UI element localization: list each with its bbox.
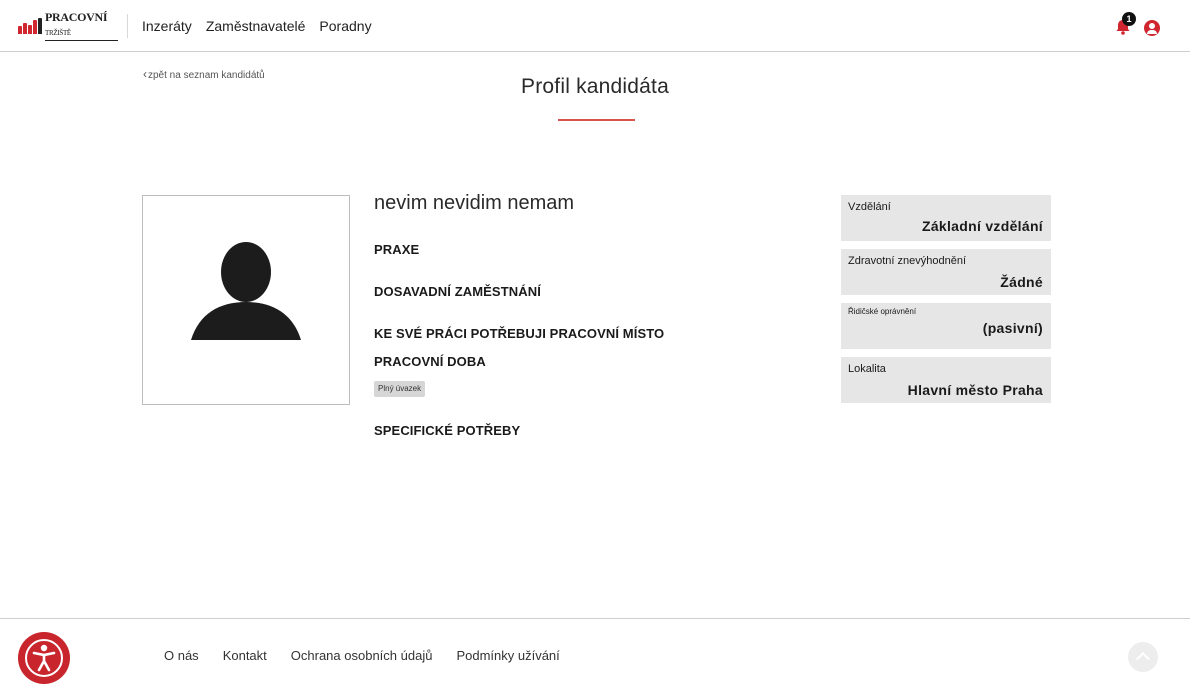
candidate-photo — [142, 195, 350, 405]
footer-link-kontakt[interactable]: Kontakt — [223, 648, 267, 663]
footer-link-podminky[interactable]: Podmínky užívání — [456, 648, 559, 663]
info-value: Základní vzdělání — [921, 218, 1043, 234]
section-pracovni-misto: KE SVÉ PRÁCI POTŘEBUJI PRACOVNÍ MÍSTO — [374, 326, 665, 341]
site-logo[interactable]: PRACOVNÍ TRŽIŠTĚ — [18, 10, 118, 41]
info-card-ridicske: Řidičské oprávnění (pasivní) — [841, 303, 1051, 349]
footer-nav: O nás Kontakt Ochrana osobních údajů Pod… — [164, 648, 584, 663]
main-nav: Inzeráty Zaměstnavatelé Poradny — [142, 18, 372, 34]
section-praxe: PRAXE — [374, 242, 420, 257]
user-circle-icon[interactable] — [1144, 20, 1160, 36]
info-value: Žádné — [1000, 274, 1043, 290]
footer-link-ochrana-udaju[interactable]: Ochrana osobních údajů — [291, 648, 433, 663]
notification-count-badge: 1 — [1122, 12, 1136, 26]
info-card-lokalita: Lokalita Hlavní město Praha — [841, 357, 1051, 403]
title-underline — [558, 119, 635, 121]
info-label: Řidičské oprávnění — [848, 307, 917, 316]
top-navbar: PRACOVNÍ TRŽIŠTĚ Inzeráty Zaměstnavatelé… — [0, 0, 1190, 52]
logo-divider — [127, 14, 128, 38]
candidate-name: nevim nevidim nemam — [374, 192, 575, 214]
info-card-vzdelani: Vzdělání Základní vzdělání — [841, 195, 1051, 241]
accessibility-button[interactable] — [18, 632, 70, 684]
info-label: Lokalita — [848, 363, 886, 375]
nav-item-inzeraty[interactable]: Inzeráty — [142, 18, 192, 34]
nav-item-poradny[interactable]: Poradny — [319, 18, 371, 34]
accessibility-icon — [32, 644, 56, 672]
work-time-tag: Plný úvazek — [374, 381, 426, 397]
section-specificke-potreby: SPECIFICKÉ POTŘEBY — [374, 423, 521, 438]
footer-divider — [0, 618, 1190, 619]
info-label: Zdravotní znevýhodnění — [848, 255, 967, 267]
page-title: Profil kandidáta — [521, 75, 669, 98]
logo-text: PRACOVNÍ TRŽIŠTĚ — [45, 10, 118, 41]
info-value: (pasivní) — [982, 320, 1043, 336]
info-value: Hlavní město Praha — [907, 382, 1043, 398]
scroll-to-top-button[interactable] — [1128, 642, 1158, 672]
footer-link-o-nas[interactable]: O nás — [164, 648, 199, 663]
avatar-placeholder-icon — [191, 242, 301, 340]
info-label: Vzdělání — [848, 201, 891, 213]
info-card-zdravotni: Zdravotní znevýhodnění Žádné — [841, 249, 1051, 295]
section-pracovni-doba: PRACOVNÍ DOBA — [374, 354, 486, 369]
section-dosavadni-zamestnani: DOSAVADNÍ ZAMĚSTNÁNÍ — [374, 284, 541, 299]
nav-item-zamestnavatele[interactable]: Zaměstnavatelé — [206, 18, 306, 34]
logo-figures-icon — [18, 16, 43, 34]
